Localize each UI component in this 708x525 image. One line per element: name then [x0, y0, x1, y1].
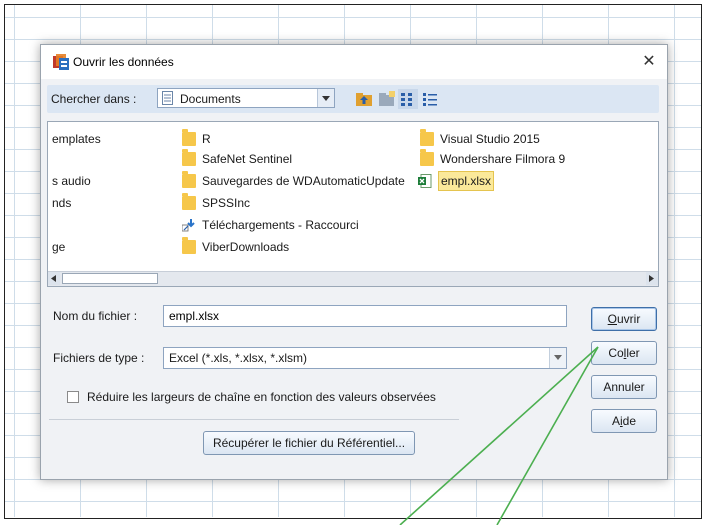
chevron-down-icon: [322, 96, 330, 101]
close-button[interactable]: ✕: [637, 51, 661, 73]
scrollbar-thumb[interactable]: [62, 273, 158, 284]
shortcut-download-icon: [182, 219, 195, 232]
list-item[interactable]: nds: [52, 194, 71, 212]
list-item[interactable]: s audio: [52, 172, 91, 190]
arrow-right-icon: [649, 275, 654, 282]
list-item[interactable]: emplates: [52, 130, 101, 148]
close-icon: ✕: [642, 53, 656, 70]
file-list[interactable]: emplates s audio nds ge R SafeNet Sentin…: [47, 121, 659, 287]
folder-icon: [182, 193, 196, 210]
spss-app-icon: [53, 54, 69, 70]
filetype-dropdown-arrow[interactable]: [549, 348, 566, 368]
filename-label: Nom du fichier :: [53, 309, 138, 323]
horizontal-scrollbar[interactable]: [48, 271, 658, 286]
folder-icon: [182, 149, 196, 166]
filename-input[interactable]: [163, 305, 567, 327]
open-button[interactable]: Ouvrir: [591, 307, 657, 331]
help-button[interactable]: Aide: [591, 409, 657, 433]
new-folder-icon[interactable]: [377, 89, 397, 109]
list-item[interactable]: ge: [52, 238, 65, 256]
excel-file-icon: [418, 174, 432, 188]
details-view-icon[interactable]: [420, 89, 440, 109]
reduce-width-checkbox[interactable]: [67, 391, 79, 403]
folder-icon: [182, 237, 196, 254]
look-in-bar: Chercher dans : Documents: [47, 85, 659, 113]
folder-icon: [182, 171, 196, 188]
look-in-label: Chercher dans :: [51, 92, 137, 106]
arrow-left-icon: [51, 275, 56, 282]
folder-icon: [420, 129, 434, 146]
document-icon: [162, 91, 173, 105]
dialog-title: Ouvrir les données: [73, 55, 174, 69]
title-bar: Ouvrir les données ✕: [41, 45, 667, 79]
paste-button[interactable]: Coller: [591, 341, 657, 365]
chevron-down-icon: [554, 355, 562, 360]
folder-icon: [420, 149, 434, 166]
list-view-icon[interactable]: [398, 89, 418, 109]
filetype-value: Excel (*.xls, *.xlsx, *.xlsm): [169, 351, 308, 365]
retrieve-repository-label: Récupérer le fichier du Référentiel...: [212, 436, 406, 450]
filetype-label: Fichiers de type :: [53, 351, 145, 365]
scroll-left-button[interactable]: [48, 272, 60, 285]
reduce-width-label: Réduire les largeurs de chaîne en foncti…: [87, 390, 436, 404]
up-one-level-icon[interactable]: [354, 89, 374, 109]
retrieve-repository-button[interactable]: Récupérer le fichier du Référentiel...: [203, 431, 415, 455]
folder-icon: [182, 129, 196, 146]
separator: [49, 419, 459, 420]
cancel-button[interactable]: Annuler: [591, 375, 657, 399]
open-data-dialog: Ouvrir les données ✕ Chercher dans : Doc…: [40, 44, 668, 480]
look-in-dropdown-arrow[interactable]: [317, 89, 334, 107]
dialog-body: Chercher dans : Documents emplates s aud…: [41, 79, 667, 479]
filetype-select[interactable]: Excel (*.xls, *.xlsx, *.xlsm): [163, 347, 567, 369]
look-in-value: Documents: [180, 92, 241, 106]
scroll-right-button[interactable]: [646, 272, 658, 285]
look-in-combobox[interactable]: Documents: [157, 88, 335, 108]
